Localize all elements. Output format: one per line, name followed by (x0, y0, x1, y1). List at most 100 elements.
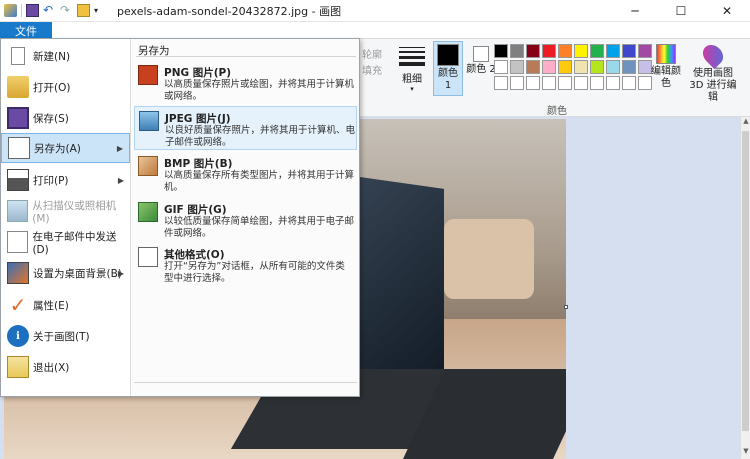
edit-colors-label: 编辑颜色 (651, 66, 681, 89)
file-tab[interactable]: 文件 (0, 22, 52, 39)
canvas-resize-handle[interactable] (564, 305, 568, 309)
palette-swatch[interactable] (494, 60, 508, 74)
save-as-option[interactable]: GIF 图片(G) 以较低质量保存简单绘图，并将其用于电子邮件或网络。 (134, 198, 357, 242)
save-as-option[interactable]: BMP 图片(B) 以高质量保存所有类型图片，并将其用于计算机。 (134, 152, 357, 196)
scroll-up-icon[interactable]: ▲ (741, 117, 750, 129)
save-as-icon (8, 137, 30, 159)
redo-icon[interactable]: ↷ (60, 4, 73, 17)
color1-button[interactable]: 颜色 1 (433, 41, 463, 96)
save-icon[interactable] (26, 4, 39, 17)
palette-swatch[interactable] (510, 76, 524, 90)
file-menu-item[interactable]: 另存为(A) ▶ (1, 133, 130, 163)
color2-button[interactable]: 颜色 2 (466, 41, 496, 96)
file-menu-item-label: 关于画图(T) (33, 330, 90, 343)
edit-colors-icon (656, 44, 676, 64)
submenu-arrow-icon: ▶ (117, 268, 124, 278)
maximize-button[interactable]: ☐ (658, 0, 704, 22)
palette-swatch[interactable] (558, 44, 572, 58)
file-menu-item[interactable]: 打开(O) (1, 72, 130, 102)
other-formats-icon (138, 247, 158, 267)
ribbon-tab-strip (0, 22, 750, 39)
about-info-icon: i (7, 325, 29, 347)
palette-swatch[interactable] (494, 76, 508, 90)
file-menu-item-label: 新建(N) (33, 50, 71, 63)
title-bar: ↶ ↷ ▾ pexels-adam-sondel-20432872.jpg - … (0, 0, 750, 22)
save-disk-icon (7, 107, 29, 129)
file-menu-item[interactable]: 设置为桌面背景(B) ▶ (1, 258, 130, 288)
undo-icon[interactable]: ↶ (43, 4, 56, 17)
palette-swatch[interactable] (606, 60, 620, 74)
file-menu-item[interactable]: 打印(P) ▶ (1, 165, 130, 195)
customize-folder-icon[interactable] (77, 4, 90, 17)
palette-swatch[interactable] (590, 76, 604, 90)
save-as-option[interactable]: JPEG 图片(J) 以良好质量保存照片，并将其用于计算机、电子邮件或网络。 (134, 106, 357, 150)
save-as-option-title: PNG 图片(P) (164, 67, 232, 79)
palette-swatch[interactable] (558, 76, 572, 90)
save-as-option[interactable]: 其他格式(O) 打开“另存为”对话框，从所有可能的文件类型中进行选择。 (134, 243, 357, 287)
palette-swatch[interactable] (590, 60, 604, 74)
file-menu: 新建(N) 打开(O) 保存(S) 另存为(A) ▶ 打印(P) ▶ 从扫描仪或照相机(M) 在… (0, 38, 360, 397)
file-menu-item[interactable]: i 关于画图(T) (1, 321, 130, 351)
vertical-scrollbar[interactable]: ▲ ▼ (740, 117, 750, 459)
palette-swatch[interactable] (526, 60, 540, 74)
scrollbar-thumb[interactable] (742, 131, 749, 431)
close-button[interactable]: ✕ (704, 0, 750, 22)
palette-swatch[interactable] (510, 60, 524, 74)
palette-swatch[interactable] (542, 76, 556, 90)
save-as-option-description: 以高质量保存所有类型图片，并将其用于计算机。 (164, 170, 355, 193)
edit-colors-button[interactable]: 编辑颜色 (650, 44, 682, 90)
file-menu-item[interactable]: 保存(S) (1, 103, 130, 133)
save-as-option-title: JPEG 图片(J) (165, 113, 231, 125)
palette-swatch[interactable] (542, 44, 556, 58)
file-menu-item-label: 设置为桌面背景(B) (33, 267, 122, 280)
customize-dropdown-icon[interactable]: ▾ (94, 4, 107, 17)
palette-swatch[interactable] (558, 60, 572, 74)
palette-swatch[interactable] (622, 60, 636, 74)
file-menu-item[interactable]: 新建(N) (1, 41, 130, 71)
minimize-button[interactable]: ─ (612, 0, 658, 22)
save-as-header-divider (136, 56, 356, 57)
save-as-bottom-divider (134, 382, 357, 383)
printer-icon (7, 169, 29, 191)
palette-swatch[interactable] (606, 76, 620, 90)
paint3d-icon (698, 40, 728, 70)
palette-swatch[interactable] (510, 44, 524, 58)
color2-label: 颜色 2 (466, 64, 496, 75)
jpeg-image-icon (139, 111, 159, 131)
save-as-option-description: 以良好质量保存照片，并将其用于计算机、电子邮件或网络。 (165, 125, 356, 148)
palette-swatch[interactable] (606, 44, 620, 58)
palette-swatch[interactable] (622, 76, 636, 90)
line-width-button[interactable]: 粗细 ▾ (395, 44, 429, 94)
palette-swatch[interactable] (590, 44, 604, 58)
email-icon (7, 231, 29, 253)
file-menu-item[interactable]: 从扫描仪或照相机(M) (1, 196, 130, 226)
save-as-option-title: BMP 图片(B) (164, 158, 233, 170)
outline-label[interactable]: 轮廓 (362, 46, 382, 61)
desktop-background-icon (7, 262, 29, 284)
palette-swatch[interactable] (574, 60, 588, 74)
file-menu-item[interactable]: ✓ 属性(E) (1, 290, 130, 320)
palette-swatch[interactable] (526, 44, 540, 58)
save-as-option[interactable]: PNG 图片(P) 以高质量保存照片或绘图，并将其用于计算机或网络。 (134, 61, 357, 105)
palette-swatch[interactable] (574, 76, 588, 90)
file-menu-item[interactable]: 在电子邮件中发送(D) (1, 227, 130, 257)
quick-access-toolbar: ↶ ↷ ▾ (0, 0, 111, 22)
save-as-option-description: 以高质量保存照片或绘图，并将其用于计算机或网络。 (164, 79, 355, 102)
colors-group-label: 颜色 (547, 106, 567, 117)
scroll-down-icon[interactable]: ▼ (741, 447, 750, 459)
save-as-option-title: GIF 图片(G) (164, 204, 227, 216)
palette-swatch[interactable] (574, 44, 588, 58)
palette-swatch[interactable] (526, 76, 540, 90)
file-menu-item-label: 打开(O) (33, 81, 71, 94)
file-menu-item-label: 在电子邮件中发送(D) (32, 230, 117, 256)
png-image-icon (138, 65, 158, 85)
file-menu-item[interactable]: 退出(X) (1, 352, 130, 382)
paint-app-icon (4, 4, 17, 17)
paint3d-button[interactable]: 使用画图 3D 进行编辑 (687, 40, 739, 104)
palette-swatch[interactable] (494, 44, 508, 58)
file-menu-item-label: 另存为(A) (34, 142, 81, 155)
fill-label[interactable]: 填充 (362, 62, 382, 77)
line-width-chevron-icon: ▾ (410, 85, 414, 93)
palette-swatch[interactable] (542, 60, 556, 74)
palette-swatch[interactable] (622, 44, 636, 58)
